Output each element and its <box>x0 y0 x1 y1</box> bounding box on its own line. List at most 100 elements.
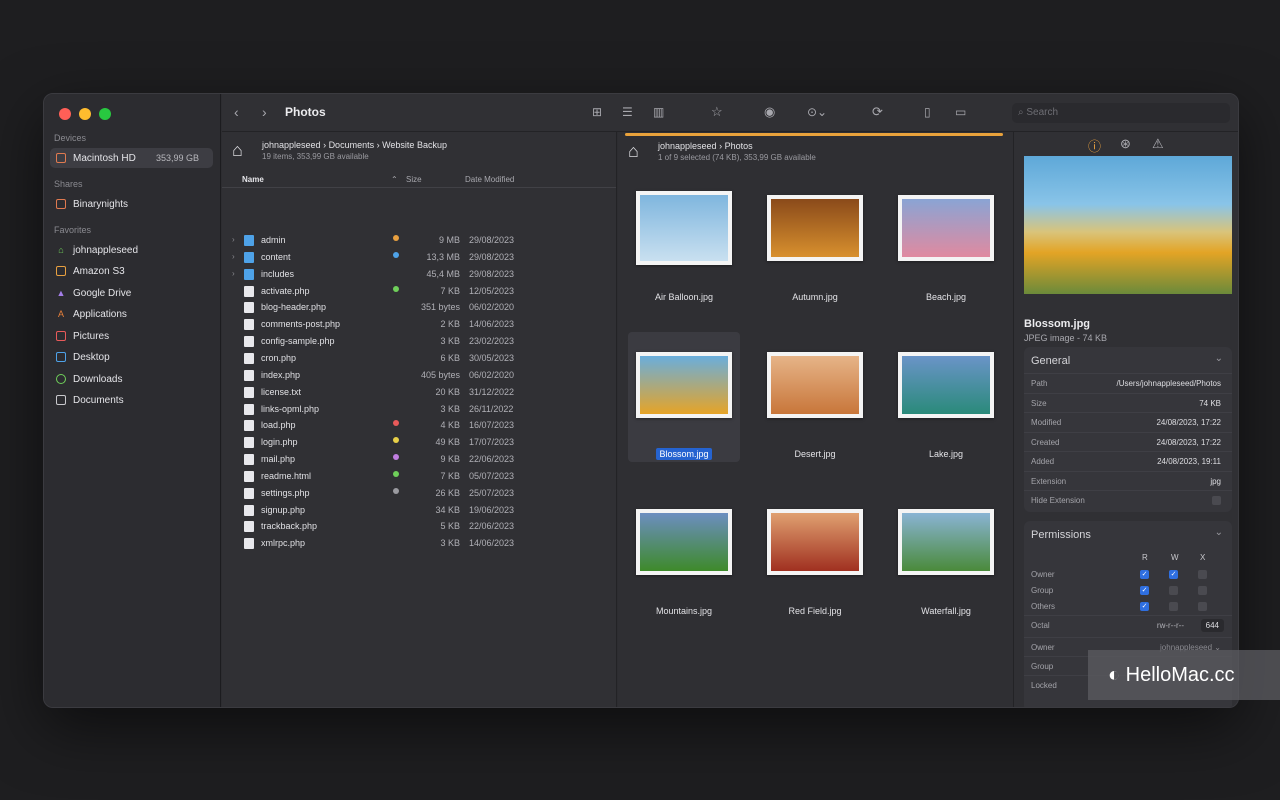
photo-filename[interactable]: Lake.jpg <box>926 448 966 460</box>
file-date: 14/06/2023 <box>469 319 515 330</box>
octal-input[interactable]: 644 <box>1200 619 1224 632</box>
file-name: comments-post.php <box>261 319 341 330</box>
breadcrumb-item[interactable]: johnappleseed <box>262 140 321 150</box>
search-input[interactable]: ⌕ Search <box>1012 103 1230 123</box>
breadcrumb-item[interactable]: Documents <box>329 140 375 150</box>
sidebar-item-applications[interactable]: A Applications <box>50 304 213 324</box>
file-row[interactable]: cron.php 6 KB 30/05/2023 <box>222 350 616 367</box>
new-folder-icon[interactable]: ▭ <box>955 103 966 121</box>
server-icon <box>56 199 66 209</box>
breadcrumb-item[interactable]: Photos <box>725 141 753 151</box>
desktop-icon <box>56 352 66 362</box>
disclosure-chevron-icon[interactable]: › <box>232 235 235 244</box>
sidebar-item-binarynights[interactable]: Binarynights <box>50 194 213 214</box>
photo-filename[interactable]: Blossom.jpg <box>656 448 712 460</box>
file-row[interactable]: blog-header.php 351 bytes 06/02/2020 <box>222 299 616 316</box>
file-row[interactable]: load.php 4 KB 16/07/2023 <box>222 417 616 434</box>
sidebar-item-google-drive[interactable]: ▲ Google Drive <box>50 283 213 303</box>
photo-filename[interactable]: Beach.jpg <box>923 291 969 303</box>
sidebar-item-macintosh-hd[interactable]: Macintosh HD 353,99 GB <box>50 148 213 168</box>
photo-thumbnail[interactable]: Air Balloon.jpg <box>628 175 740 305</box>
hide-extension-checkbox[interactable] <box>1212 496 1221 505</box>
breadcrumb-item[interactable]: Website Backup <box>382 140 447 150</box>
file-row[interactable]: › includes 45,4 MB 29/08/2023 <box>222 266 616 283</box>
grid-view-icon[interactable]: ⊞ <box>592 103 602 121</box>
permission-r-checkbox[interactable]: ✓ <box>1140 586 1149 595</box>
photo-thumbnail[interactable]: Desert.jpg <box>759 332 871 462</box>
file-row[interactable]: › content 13,3 MB 29/08/2023 <box>222 249 616 266</box>
photo-image <box>767 195 863 261</box>
disclosure-chevron-icon[interactable]: › <box>232 252 235 261</box>
column-view-icon[interactable]: ▥ <box>653 103 664 121</box>
permission-x-checkbox[interactable] <box>1198 586 1207 595</box>
file-row[interactable]: login.php 49 KB 17/07/2023 <box>222 434 616 451</box>
file-size: 5 KB <box>440 521 460 532</box>
file-row[interactable]: activate.php 7 KB 12/05/2023 <box>222 283 616 300</box>
photo-filename[interactable]: Air Balloon.jpg <box>652 291 716 303</box>
photo-filename[interactable]: Waterfall.jpg <box>918 605 974 617</box>
zoom-button[interactable] <box>99 108 111 120</box>
sidebar-item-desktop[interactable]: Desktop <box>50 347 213 367</box>
photo-thumbnail[interactable]: Red Field.jpg <box>759 489 871 619</box>
file-row[interactable]: config-sample.php 3 KB 23/02/2023 <box>222 333 616 350</box>
sync-icon[interactable]: ⟳ <box>872 103 883 121</box>
file-row[interactable]: signup.php 34 KB 19/06/2023 <box>222 502 616 519</box>
file-row[interactable]: › admin 9 MB 29/08/2023 <box>222 232 616 249</box>
photo-filename[interactable]: Desert.jpg <box>791 448 838 460</box>
photo-thumbnail[interactable]: Blossom.jpg <box>628 332 740 462</box>
preview-eye-icon[interactable]: ◉ <box>764 103 775 121</box>
back-icon[interactable]: ‹ <box>234 103 239 121</box>
photo-thumbnail[interactable]: Waterfall.jpg <box>890 489 1002 619</box>
property-value: 24/08/2023, 19:11 <box>1157 457 1221 466</box>
photo-thumbnail[interactable]: Lake.jpg <box>890 332 1002 462</box>
file-row[interactable]: trackback.php 5 KB 22/06/2023 <box>222 518 616 535</box>
sidebar-item-pictures[interactable]: Pictures <box>50 326 213 346</box>
permission-w-checkbox[interactable] <box>1169 602 1178 611</box>
warning-icon[interactable]: ⚠ <box>1152 136 1164 152</box>
photo-thumbnail[interactable]: Autumn.jpg <box>759 175 871 305</box>
file-row[interactable]: mail.php 9 KB 22/06/2023 <box>222 451 616 468</box>
permission-r-checkbox[interactable]: ✓ <box>1140 570 1149 579</box>
file-row[interactable]: license.txt 20 KB 31/12/2022 <box>222 384 616 401</box>
permission-x-checkbox[interactable] <box>1198 602 1207 611</box>
file-row[interactable]: links-opml.php 3 KB 26/11/2022 <box>222 401 616 418</box>
permission-r-checkbox[interactable]: ✓ <box>1140 602 1149 611</box>
minimize-button[interactable] <box>79 108 91 120</box>
new-file-icon[interactable]: ▯ <box>924 103 931 121</box>
tags-icon[interactable]: ⊛ <box>1120 136 1131 152</box>
property-label: Modified <box>1031 418 1062 427</box>
sidebar-item-amazon-s3[interactable]: Amazon S3 <box>50 261 213 281</box>
file-row[interactable]: readme.html 7 KB 05/07/2023 <box>222 468 616 485</box>
chevron-down-icon[interactable]: ⌄ <box>1215 353 1223 364</box>
file-row[interactable]: xmlrpc.php 3 KB 14/06/2023 <box>222 535 616 552</box>
favorite-star-icon[interactable]: ☆ <box>711 103 723 121</box>
permission-w-checkbox[interactable]: ✓ <box>1169 570 1178 579</box>
info-icon[interactable]: ⓘ <box>1088 136 1101 155</box>
photo-filename[interactable]: Mountains.jpg <box>653 605 715 617</box>
disclosure-chevron-icon[interactable]: › <box>232 269 235 278</box>
document-icon <box>244 319 254 331</box>
date-column-header[interactable]: Date Modified <box>465 175 514 184</box>
sidebar-item-downloads[interactable]: Downloads <box>50 369 213 389</box>
permission-x-checkbox[interactable] <box>1198 570 1207 579</box>
file-row[interactable]: settings.php 26 KB 25/07/2023 <box>222 485 616 502</box>
forward-icon[interactable]: › <box>262 103 267 121</box>
close-button[interactable] <box>59 108 71 120</box>
file-row[interactable]: index.php 405 bytes 06/02/2020 <box>222 367 616 384</box>
photo-filename[interactable]: Red Field.jpg <box>785 605 844 617</box>
chevron-down-icon[interactable]: ⌄ <box>1215 527 1223 538</box>
permission-w-checkbox[interactable] <box>1169 586 1178 595</box>
photo-thumbnail[interactable]: Mountains.jpg <box>628 489 740 619</box>
more-actions-icon[interactable]: ⊙⌄ <box>807 103 827 121</box>
photo-thumbnail[interactable]: Beach.jpg <box>890 175 1002 305</box>
name-column-header[interactable]: Name <box>242 175 264 184</box>
photo-filename[interactable]: Autumn.jpg <box>789 291 841 303</box>
list-view-icon[interactable]: ☰ <box>622 103 633 121</box>
breadcrumb-item[interactable]: johnappleseed <box>658 141 717 151</box>
file-row[interactable]: comments-post.php 2 KB 14/06/2023 <box>222 316 616 333</box>
sidebar-item-johnappleseed[interactable]: ⌂ johnappleseed <box>50 240 213 260</box>
sidebar-item-documents[interactable]: Documents <box>50 390 213 410</box>
size-column-header[interactable]: Size <box>406 175 422 184</box>
file-size: 45,4 MB <box>426 268 460 279</box>
general-row: Added 24/08/2023, 19:11 <box>1024 451 1232 470</box>
